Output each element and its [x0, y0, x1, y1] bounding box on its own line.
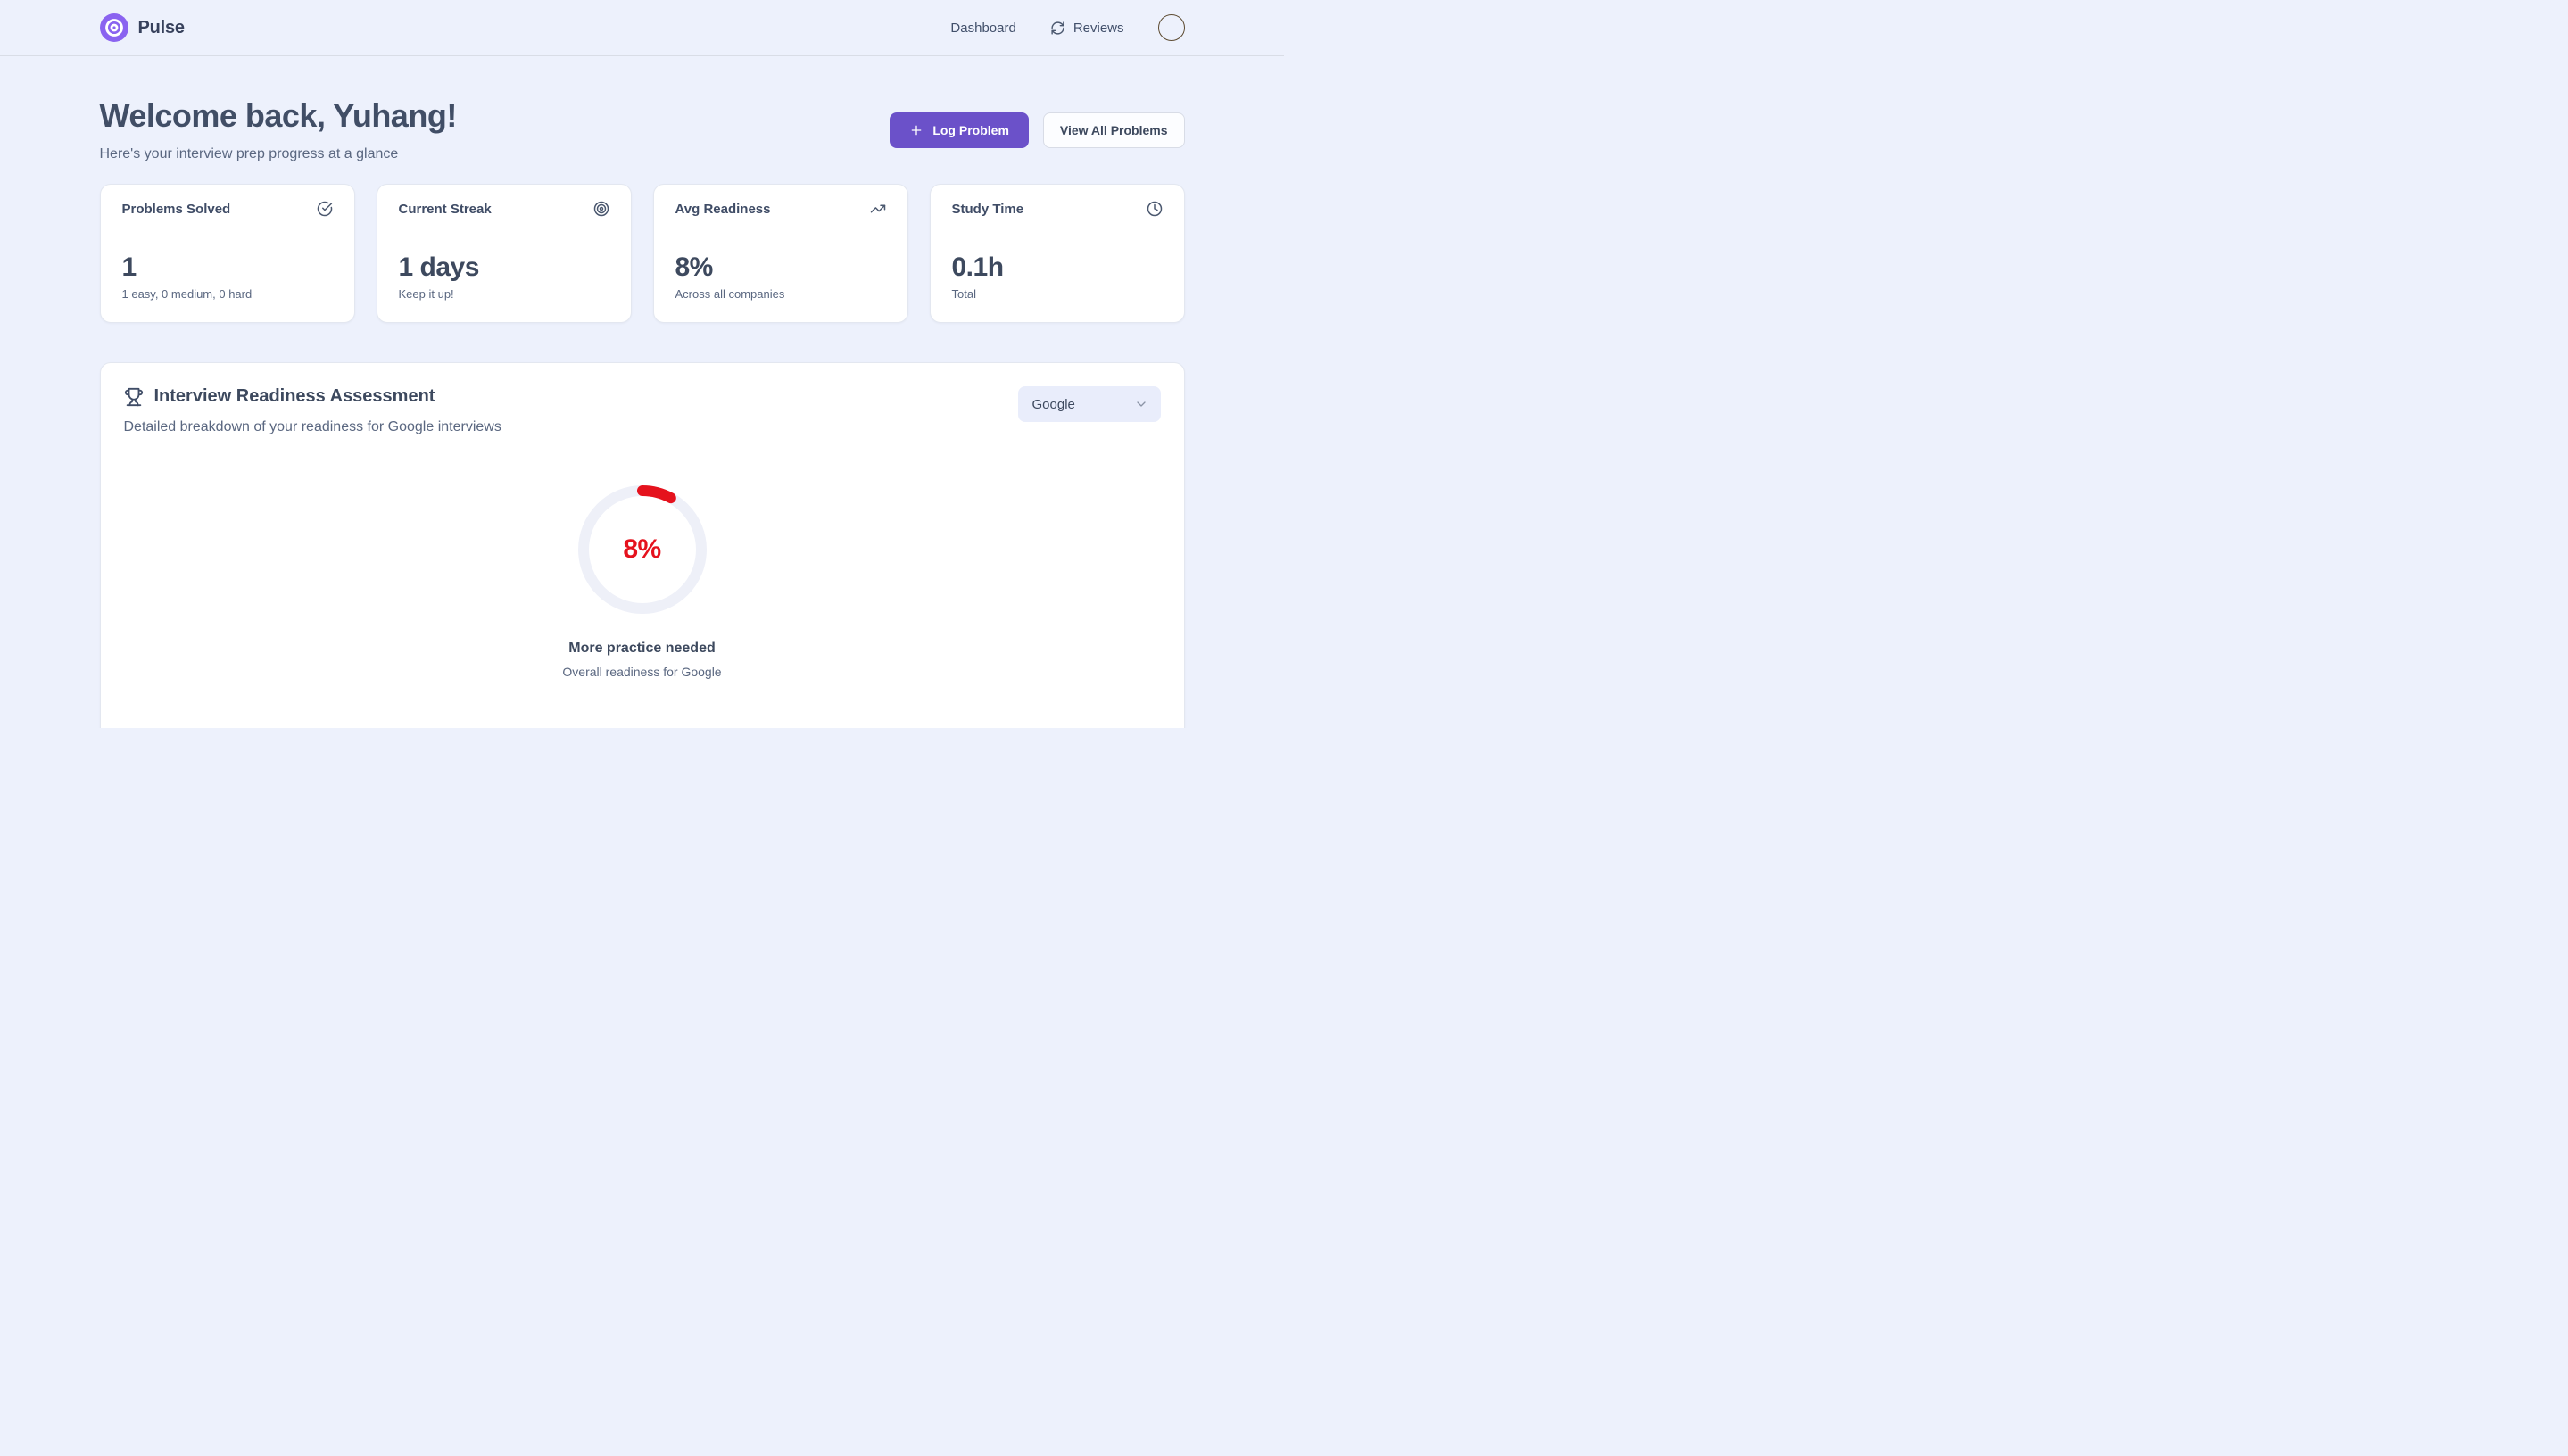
chevron-down-icon	[1134, 397, 1148, 411]
stat-label: Study Time	[952, 202, 1024, 217]
view-all-problems-label: View All Problems	[1060, 123, 1168, 137]
target-icon	[593, 201, 609, 217]
brand-name: Pulse	[138, 18, 185, 38]
check-circle-icon	[317, 201, 333, 217]
trending-up-icon	[870, 201, 886, 217]
company-select[interactable]: Google	[1018, 386, 1161, 422]
stat-value: 0.1h	[952, 254, 1163, 281]
readiness-gauge: 8%	[575, 482, 710, 617]
log-problem-button[interactable]: Log Problem	[890, 112, 1029, 148]
stat-subtext: Across all companies	[675, 287, 886, 301]
refresh-icon	[1050, 21, 1065, 36]
stats-grid: Problems Solved 1 1 easy, 0 medium, 0 ha…	[100, 184, 1185, 323]
nav-dashboard-label: Dashboard	[950, 21, 1015, 36]
stat-label: Avg Readiness	[675, 202, 771, 217]
page-header: Welcome back, Yuhang! Here's your interv…	[100, 97, 1185, 162]
stat-card-current-streak: Current Streak 1 days Keep it up!	[377, 184, 632, 323]
app-screen: Pulse Dashboard Reviews	[0, 0, 1284, 728]
trophy-icon	[124, 387, 144, 407]
page-subtitle: Here's your interview prep progress at a…	[100, 146, 457, 162]
panel-subtitle: Detailed breakdown of your readiness for…	[124, 419, 501, 435]
page-title: Welcome back, Yuhang!	[100, 97, 457, 135]
stat-value: 8%	[675, 254, 886, 281]
nav-link-reviews[interactable]: Reviews	[1050, 21, 1124, 36]
stat-subtext: 1 easy, 0 medium, 0 hard	[122, 287, 333, 301]
plus-icon	[909, 123, 924, 137]
view-all-problems-button[interactable]: View All Problems	[1043, 112, 1185, 148]
nav-reviews-label: Reviews	[1073, 21, 1124, 36]
top-nav: Pulse Dashboard Reviews	[0, 0, 1284, 56]
stat-subtext: Total	[952, 287, 1163, 301]
readiness-gauge-section: 8% More practice needed Overall readines…	[124, 482, 1161, 679]
stat-subtext: Keep it up!	[399, 287, 609, 301]
gauge-caption-text: Overall readiness for Google	[562, 665, 721, 679]
stat-label: Problems Solved	[122, 202, 231, 217]
brand-logo[interactable]: Pulse	[100, 13, 185, 42]
user-avatar[interactable]	[1158, 14, 1185, 41]
readiness-assessment-panel: Interview Readiness Assessment Detailed …	[100, 362, 1185, 728]
company-select-value: Google	[1032, 397, 1075, 412]
stat-card-study-time: Study Time 0.1h Total	[930, 184, 1185, 323]
panel-title: Interview Readiness Assessment	[154, 386, 435, 407]
stat-label: Current Streak	[399, 202, 492, 217]
stat-card-problems-solved: Problems Solved 1 1 easy, 0 medium, 0 ha…	[100, 184, 355, 323]
nav-link-dashboard[interactable]: Dashboard	[950, 21, 1015, 36]
clock-icon	[1147, 201, 1163, 217]
pulse-target-icon	[100, 13, 128, 42]
stat-value: 1 days	[399, 254, 609, 281]
stat-value: 1	[122, 254, 333, 281]
log-problem-label: Log Problem	[932, 123, 1009, 137]
gauge-percent-label: 8%	[575, 482, 710, 617]
gauge-status-text: More practice needed	[568, 641, 716, 657]
main-content: Welcome back, Yuhang! Here's your interv…	[100, 97, 1185, 728]
stat-card-avg-readiness: Avg Readiness 8% Across all companies	[653, 184, 908, 323]
